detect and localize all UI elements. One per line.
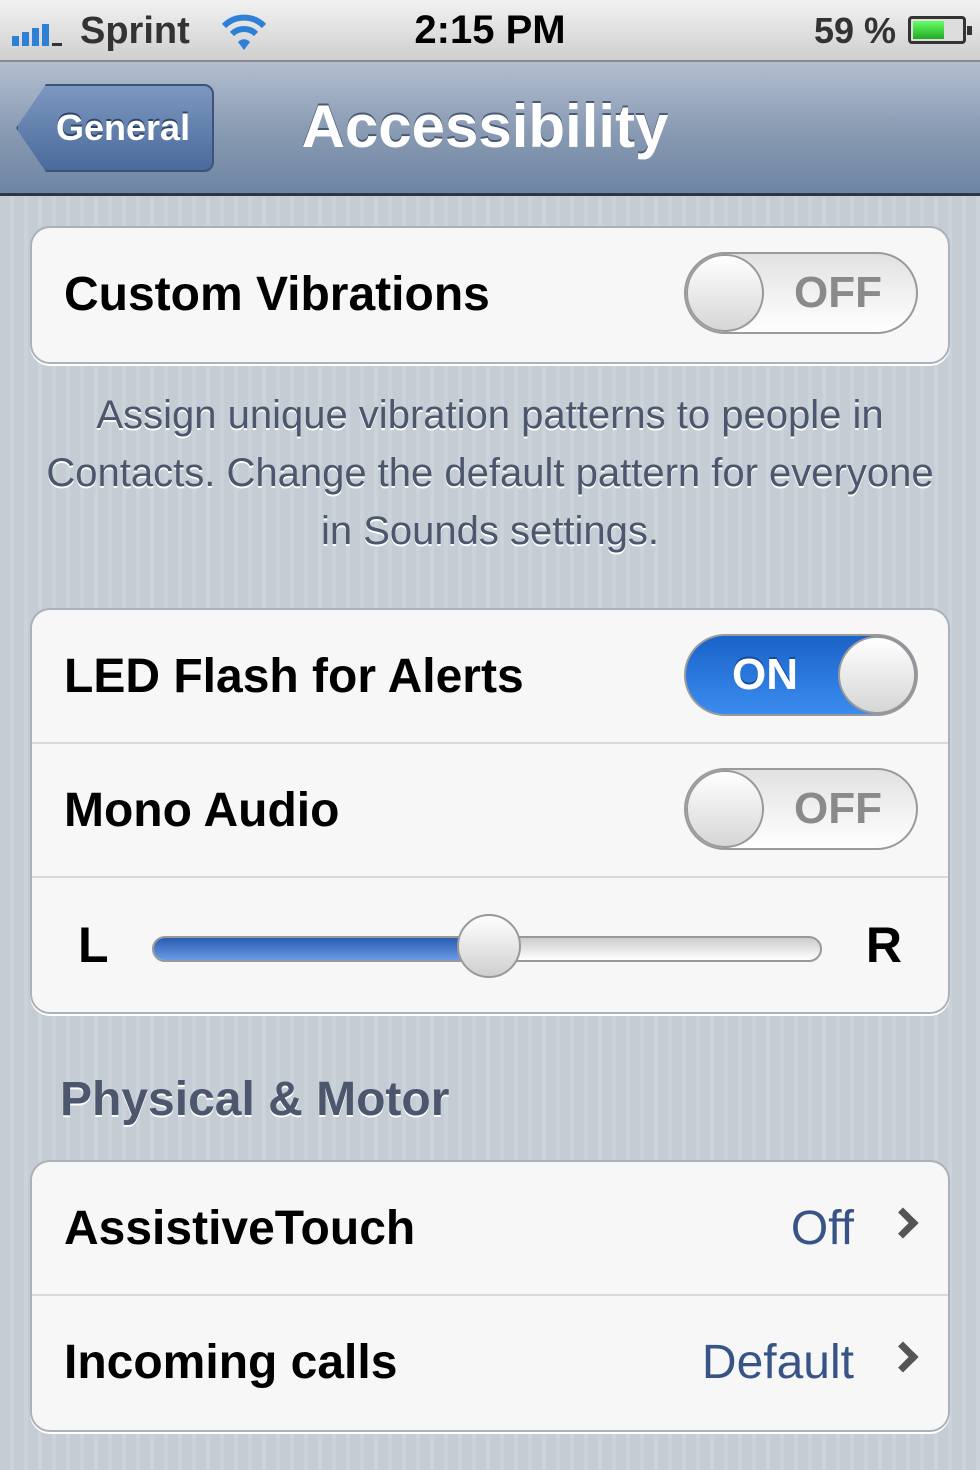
row-label: Custom Vibrations (64, 268, 490, 321)
row-value: Off (790, 1202, 854, 1255)
incoming-calls-row[interactable]: Incoming calls Default (32, 1296, 948, 1430)
section-header-physical-motor: Physical & Motor (60, 1073, 450, 1126)
right-label: R (865, 917, 902, 973)
balance-row: L R (32, 878, 948, 1012)
page-title: Accessibility (301, 93, 669, 160)
mono-audio-toggle[interactable]: OFF (684, 768, 918, 850)
hearing-group: LED Flash for Alerts ON Mono Audio OFF L… (30, 608, 950, 1014)
slider-fill (154, 938, 487, 960)
navigation-bar: General Accessibility (0, 62, 980, 196)
battery-icon (908, 16, 972, 44)
custom-vibrations-group: Custom Vibrations OFF (30, 226, 950, 364)
row-label: Mono Audio (64, 784, 340, 837)
toggle-state: OFF (794, 784, 882, 833)
custom-vibrations-row: Custom Vibrations OFF (32, 228, 948, 362)
row-label: AssistiveTouch (64, 1202, 416, 1255)
toggle-state: OFF (794, 268, 882, 317)
battery-percent: 59 % (813, 10, 896, 51)
slider-thumb[interactable] (457, 914, 521, 978)
vibrations-footer: Assign unique vibration patterns to peop… (46, 393, 934, 553)
assistive-touch-row[interactable]: AssistiveTouch Off (32, 1162, 948, 1296)
toggle-knob (838, 636, 916, 714)
mono-audio-row: Mono Audio OFF (32, 744, 948, 878)
toggle-state: ON (732, 650, 798, 699)
toggle-knob (686, 770, 764, 848)
status-bar: Sprint 2:15 PM 59 % (0, 0, 980, 62)
left-label: L (78, 917, 109, 973)
physical-motor-group: AssistiveTouch Off Incoming calls Defaul… (30, 1160, 950, 1432)
led-flash-row: LED Flash for Alerts ON (32, 610, 948, 744)
led-flash-toggle[interactable]: ON (684, 634, 918, 716)
row-label: LED Flash for Alerts (64, 650, 524, 703)
toggle-knob (686, 254, 764, 332)
chevron-right-icon (887, 1207, 919, 1239)
custom-vibrations-toggle[interactable]: OFF (684, 252, 918, 334)
chevron-right-icon (887, 1341, 919, 1373)
row-label: Incoming calls (64, 1336, 398, 1389)
row-value: Default (701, 1336, 854, 1389)
